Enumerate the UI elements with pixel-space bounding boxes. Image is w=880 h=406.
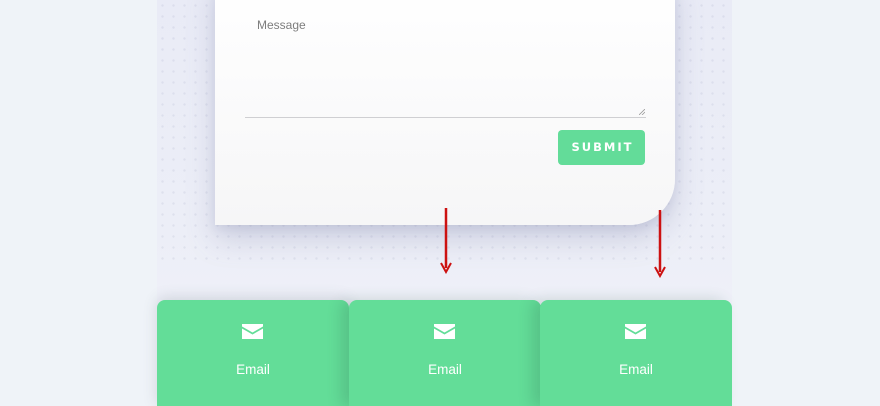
email-card[interactable]: Email [349,300,541,406]
card-label: Email [236,362,270,377]
contact-form-card: Message SUBMIT [215,0,675,225]
down-arrow-annotation-2 [654,210,666,278]
card-label: Email [619,362,653,377]
resize-handle-icon[interactable] [639,109,645,115]
envelope-icon [625,324,646,339]
down-arrow-annotation-1 [440,208,452,274]
email-card[interactable]: Email [540,300,732,406]
envelope-icon [242,324,263,339]
message-placeholder: Message [257,18,306,32]
envelope-icon [434,324,455,339]
card-label: Email [428,362,462,377]
submit-button[interactable]: SUBMIT [558,130,645,165]
contact-cards-row: Email Email Email [157,300,732,406]
email-card[interactable]: Email [157,300,349,406]
